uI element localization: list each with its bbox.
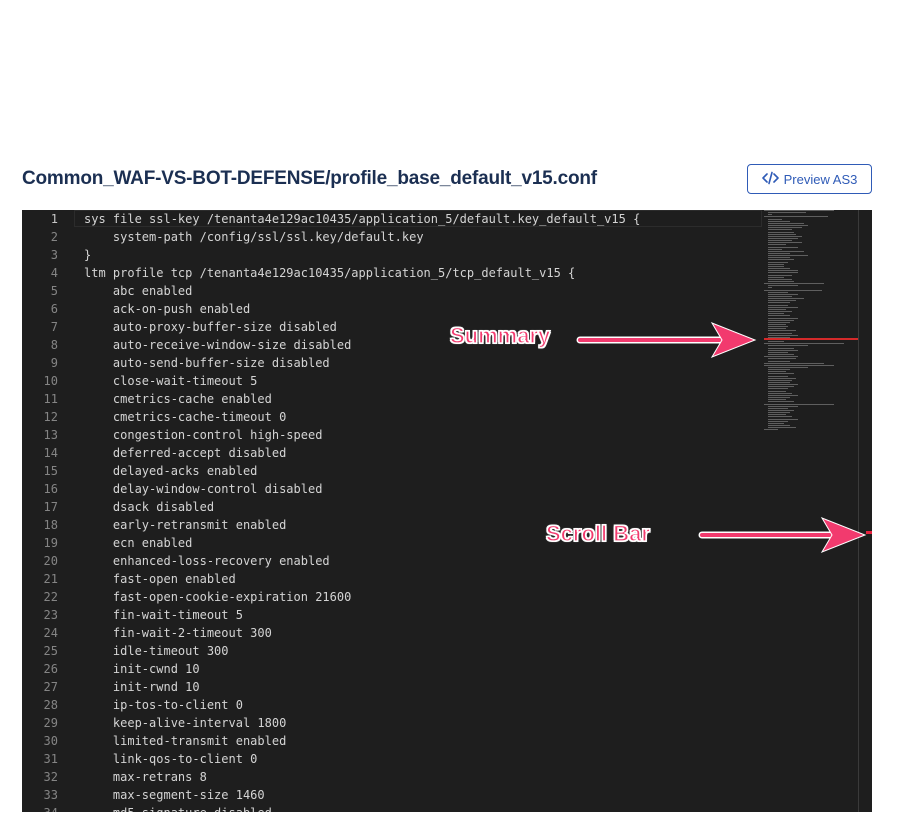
- annotation-arrows: [576, 322, 867, 553]
- summary-arrow-icon: [576, 322, 757, 358]
- scrollbar-arrow-icon: [698, 517, 867, 553]
